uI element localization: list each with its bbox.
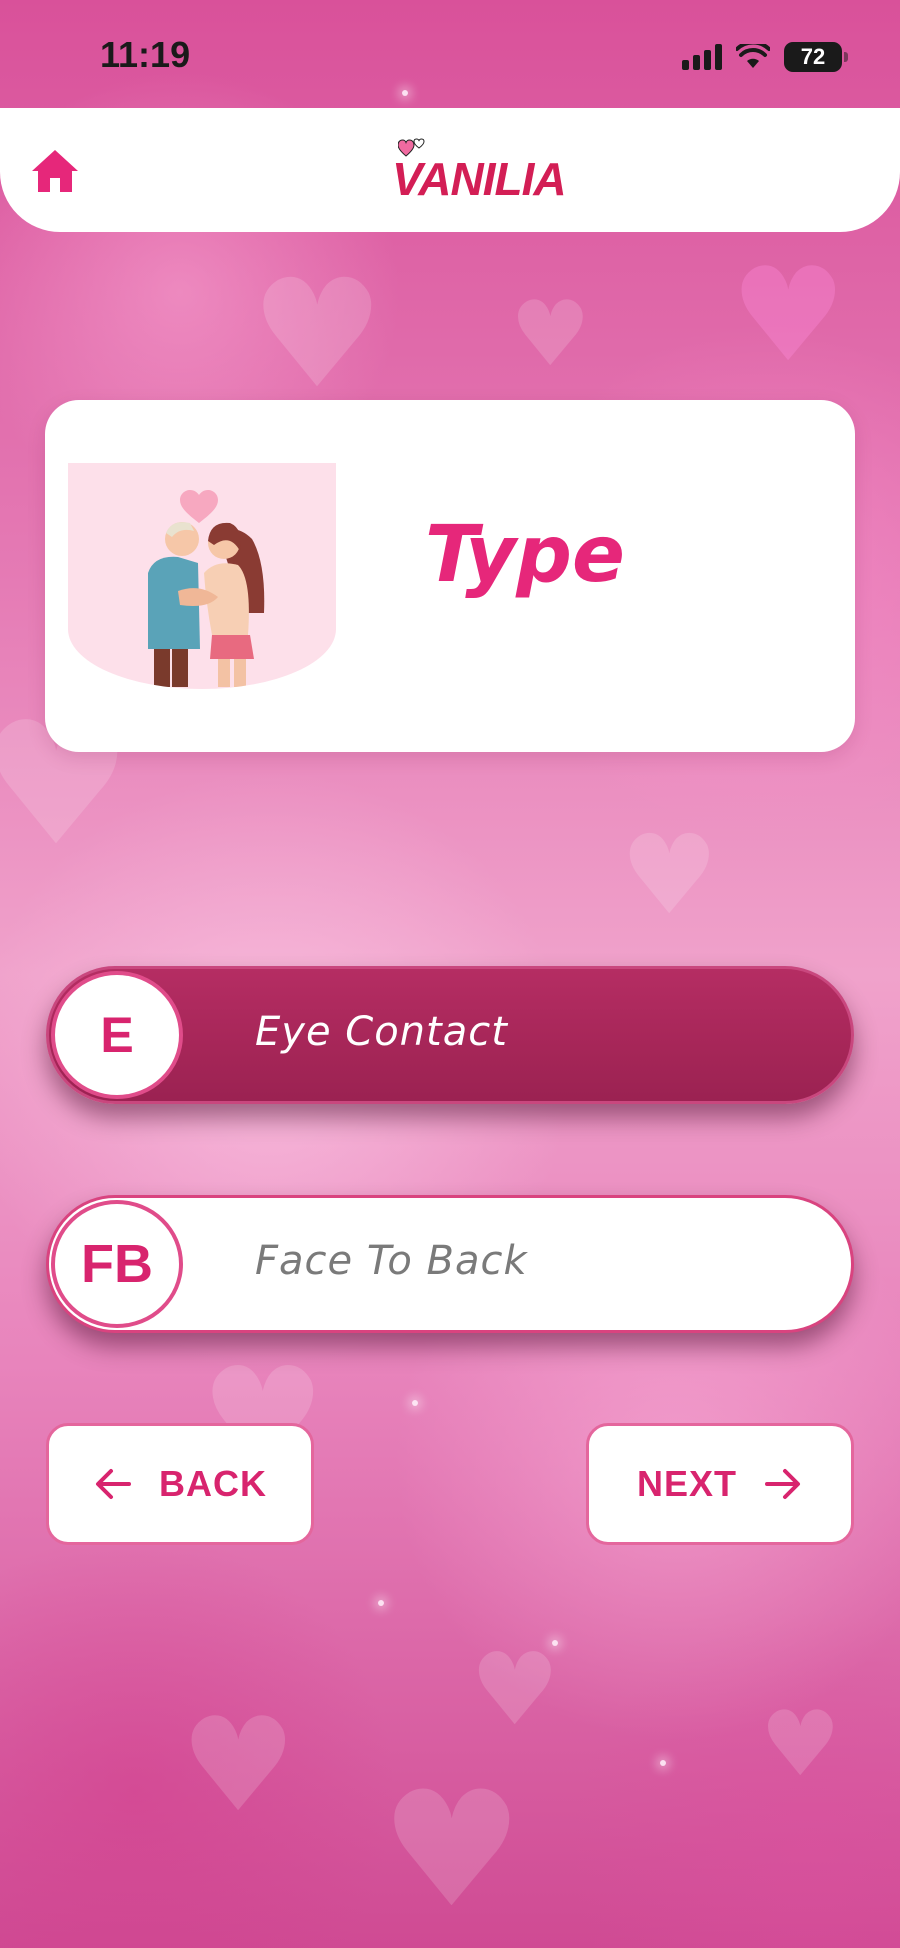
heart-decoration: ♥ xyxy=(730,239,847,391)
sparkle-dot xyxy=(412,1400,418,1406)
battery-icon: 72 xyxy=(784,42,848,72)
couple-graphic xyxy=(148,490,265,687)
wifi-icon xyxy=(736,44,770,68)
heart-decoration: ♥ xyxy=(180,1689,297,1841)
sparkle-dot xyxy=(378,1600,384,1606)
heart-decoration: ♥ xyxy=(760,1692,841,1797)
status-bar: 11:19 72 xyxy=(0,0,900,108)
status-indicators: 72 xyxy=(682,42,848,72)
signal-icon xyxy=(682,44,722,70)
logo-text: VANILIA xyxy=(392,153,567,205)
option-label: Face To Back xyxy=(255,1238,528,1284)
category-card: Type xyxy=(45,400,855,752)
heart-decoration: ♥ xyxy=(380,1756,524,1943)
app-header: VANILIA xyxy=(0,108,900,232)
sparkle-dot xyxy=(552,1640,558,1646)
option-badge: FB xyxy=(51,1200,183,1328)
heart-decoration: ♥ xyxy=(470,1631,560,1748)
sparkle-dot xyxy=(660,1760,666,1766)
arrow-left-icon xyxy=(96,1469,131,1499)
status-time: 11:19 xyxy=(100,34,191,75)
app-logo: VANILIA xyxy=(392,138,567,206)
heart-decoration: ♥ xyxy=(250,248,385,422)
couple-illustration xyxy=(68,463,336,689)
back-label: BACK xyxy=(159,1463,267,1504)
option-eye-contact[interactable]: E Eye Contact xyxy=(46,966,854,1104)
back-button[interactable]: BACK xyxy=(46,1423,314,1545)
next-label: NEXT xyxy=(636,1463,737,1504)
heart-decoration: ♥ xyxy=(620,811,719,939)
heart-decoration: ♥ xyxy=(510,282,591,387)
arrow-right-icon xyxy=(765,1469,800,1499)
card-title: Type xyxy=(425,510,625,600)
home-icon xyxy=(32,150,78,192)
home-button[interactable] xyxy=(30,148,80,194)
option-label: Eye Contact xyxy=(255,1009,508,1055)
option-badge: E xyxy=(51,971,183,1099)
option-face-to-back[interactable]: FB Face To Back xyxy=(46,1195,854,1333)
next-button[interactable]: NEXT xyxy=(586,1423,854,1545)
